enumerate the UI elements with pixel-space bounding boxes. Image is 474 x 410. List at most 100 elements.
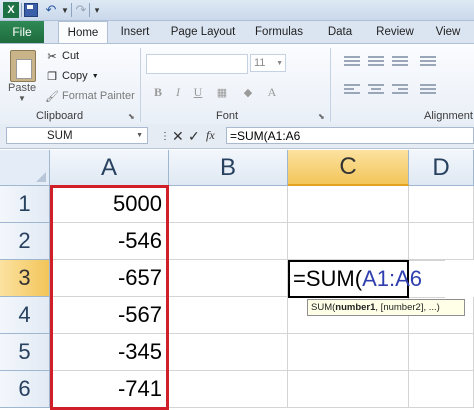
cancel-icon[interactable]: ✕ <box>172 128 184 145</box>
enter-icon[interactable]: ✓ <box>188 128 200 145</box>
cell-b2[interactable] <box>169 223 288 260</box>
cell-a2[interactable]: -546 <box>50 223 169 260</box>
cell-b3[interactable] <box>169 260 288 297</box>
tab-review[interactable]: Review <box>370 21 420 43</box>
alignment-group-label: Alignment <box>424 110 473 122</box>
tooltip-args-rest: , [number2], ...) <box>375 302 440 313</box>
name-box[interactable]: SUM ▼ <box>6 127 148 144</box>
toolbar-divider <box>71 3 72 17</box>
font-size-field[interactable]: 11 ▼ <box>250 54 286 72</box>
format-painter-label: Format Painter <box>62 90 135 102</box>
chevron-down-icon[interactable]: ▼ <box>92 73 99 80</box>
chevron-down-icon[interactable]: ▼ <box>18 94 26 103</box>
paste-icon[interactable] <box>10 50 36 82</box>
redo-icon[interactable]: ↷ <box>74 2 88 18</box>
brush-icon: 🖌 <box>45 90 59 103</box>
cell-c6[interactable] <box>288 371 409 408</box>
cell-a4[interactable]: -567 <box>50 297 169 334</box>
orientation-icon[interactable] <box>420 56 436 68</box>
grip-icon: ⋮ <box>160 131 170 142</box>
align-left-icon[interactable] <box>344 84 360 96</box>
fill-color-icon[interactable]: ◆ <box>240 84 256 100</box>
row-header-4[interactable]: 4 <box>0 297 50 334</box>
select-all-button[interactable] <box>0 150 50 186</box>
cell-d5[interactable] <box>409 334 474 371</box>
borders-icon[interactable]: ▦ <box>214 84 230 100</box>
dialog-launcher-icon[interactable]: ⬊ <box>128 112 135 121</box>
tab-formulas[interactable]: Formulas <box>250 21 308 43</box>
cell-c2[interactable] <box>288 223 409 260</box>
tab-view[interactable]: View <box>430 21 466 43</box>
chevron-down-icon[interactable]: ▼ <box>136 132 143 139</box>
font-name-field[interactable] <box>146 54 248 74</box>
group-divider <box>140 48 141 122</box>
tab-page-layout[interactable]: Page Layout <box>166 21 240 43</box>
underline-button[interactable]: U <box>190 84 206 100</box>
format-painter-button[interactable]: 🖌 Format Painter <box>45 90 135 103</box>
paste-button[interactable]: Paste <box>8 82 36 94</box>
row-header-1[interactable]: 1 <box>0 186 50 223</box>
column-header-b[interactable]: B <box>169 150 288 186</box>
cell-b6[interactable] <box>169 371 288 408</box>
copy-button[interactable]: ❐ Copy ▼ <box>46 70 99 83</box>
column-header-a[interactable]: A <box>50 150 169 186</box>
range-reference: A1:A6 <box>362 266 422 291</box>
copy-label: Copy <box>62 70 88 82</box>
scissors-icon: ✂ <box>47 50 57 63</box>
dropdown-arrow-icon[interactable]: ▼ <box>60 2 70 18</box>
formula-prefix: =SUM( <box>293 266 363 291</box>
cell-d1[interactable] <box>409 186 474 223</box>
tab-data[interactable]: Data <box>320 21 360 43</box>
row-header-5[interactable]: 5 <box>0 334 50 371</box>
copy-icon: ❐ <box>47 70 57 83</box>
align-bottom-icon[interactable] <box>392 56 408 68</box>
cell-a1[interactable]: 5000 <box>50 186 169 223</box>
function-tooltip[interactable]: SUM(number1, [number2], ...) <box>307 299 465 316</box>
toolbar-divider <box>89 3 90 17</box>
cell-a6[interactable]: -741 <box>50 371 169 408</box>
cell-a5[interactable]: -345 <box>50 334 169 371</box>
row-header-6[interactable]: 6 <box>0 371 50 408</box>
chevron-down-icon[interactable]: ▼ <box>276 60 283 67</box>
cell-a3[interactable]: -657 <box>50 260 169 297</box>
tooltip-function: SUM( <box>311 302 336 313</box>
save-icon[interactable] <box>24 2 38 18</box>
row-header-3[interactable]: 3 <box>0 260 50 297</box>
row-header-2[interactable]: 2 <box>0 223 50 260</box>
cell-d6[interactable] <box>409 371 474 408</box>
insert-function-button[interactable]: fx <box>206 128 215 143</box>
tab-file[interactable]: File <box>0 21 44 43</box>
formula-input[interactable]: =SUM(A1:A6 <box>226 127 474 144</box>
tab-insert[interactable]: Insert <box>112 21 158 43</box>
cell-b1[interactable] <box>169 186 288 223</box>
active-cell-c3[interactable]: =SUM(A1:A6 <box>288 260 422 298</box>
align-middle-icon[interactable] <box>368 56 384 68</box>
toolbar-divider <box>21 3 22 17</box>
italic-button[interactable]: I <box>170 84 186 100</box>
cell-d2[interactable] <box>409 223 474 260</box>
cell-c5[interactable] <box>288 334 409 371</box>
indent-icon[interactable] <box>420 84 436 96</box>
undo-icon[interactable]: ↶ <box>44 2 58 18</box>
clipboard-group-label: Clipboard <box>36 110 84 122</box>
cut-label: Cut <box>62 50 80 62</box>
cell-b5[interactable] <box>169 334 288 371</box>
cell-c1[interactable] <box>288 186 409 223</box>
align-center-icon[interactable] <box>368 84 384 96</box>
column-header-d[interactable]: D <box>409 150 474 186</box>
excel-icon[interactable]: X <box>3 2 19 18</box>
tab-home[interactable]: Home <box>58 21 108 44</box>
ribbon-home: Paste ▼ ✂ Cut ❐ Copy ▼ 🖌 Format Painter … <box>0 43 474 125</box>
bold-button[interactable]: B <box>150 84 166 100</box>
dialog-launcher-icon[interactable]: ⬊ <box>318 112 325 121</box>
align-right-icon[interactable] <box>392 84 408 96</box>
customize-icon[interactable]: ▾ <box>92 2 102 18</box>
spreadsheet-grid: A B C D 1 2 3 4 5 6 5000 -546 -657 -567 … <box>0 150 474 410</box>
group-divider <box>330 48 331 122</box>
font-color-icon[interactable]: A <box>264 84 280 100</box>
column-header-c[interactable]: C <box>288 150 409 186</box>
name-box-value: SUM <box>47 129 73 142</box>
align-top-icon[interactable] <box>344 56 360 68</box>
cut-button[interactable]: ✂ Cut <box>46 50 80 63</box>
cell-b4[interactable] <box>169 297 288 334</box>
